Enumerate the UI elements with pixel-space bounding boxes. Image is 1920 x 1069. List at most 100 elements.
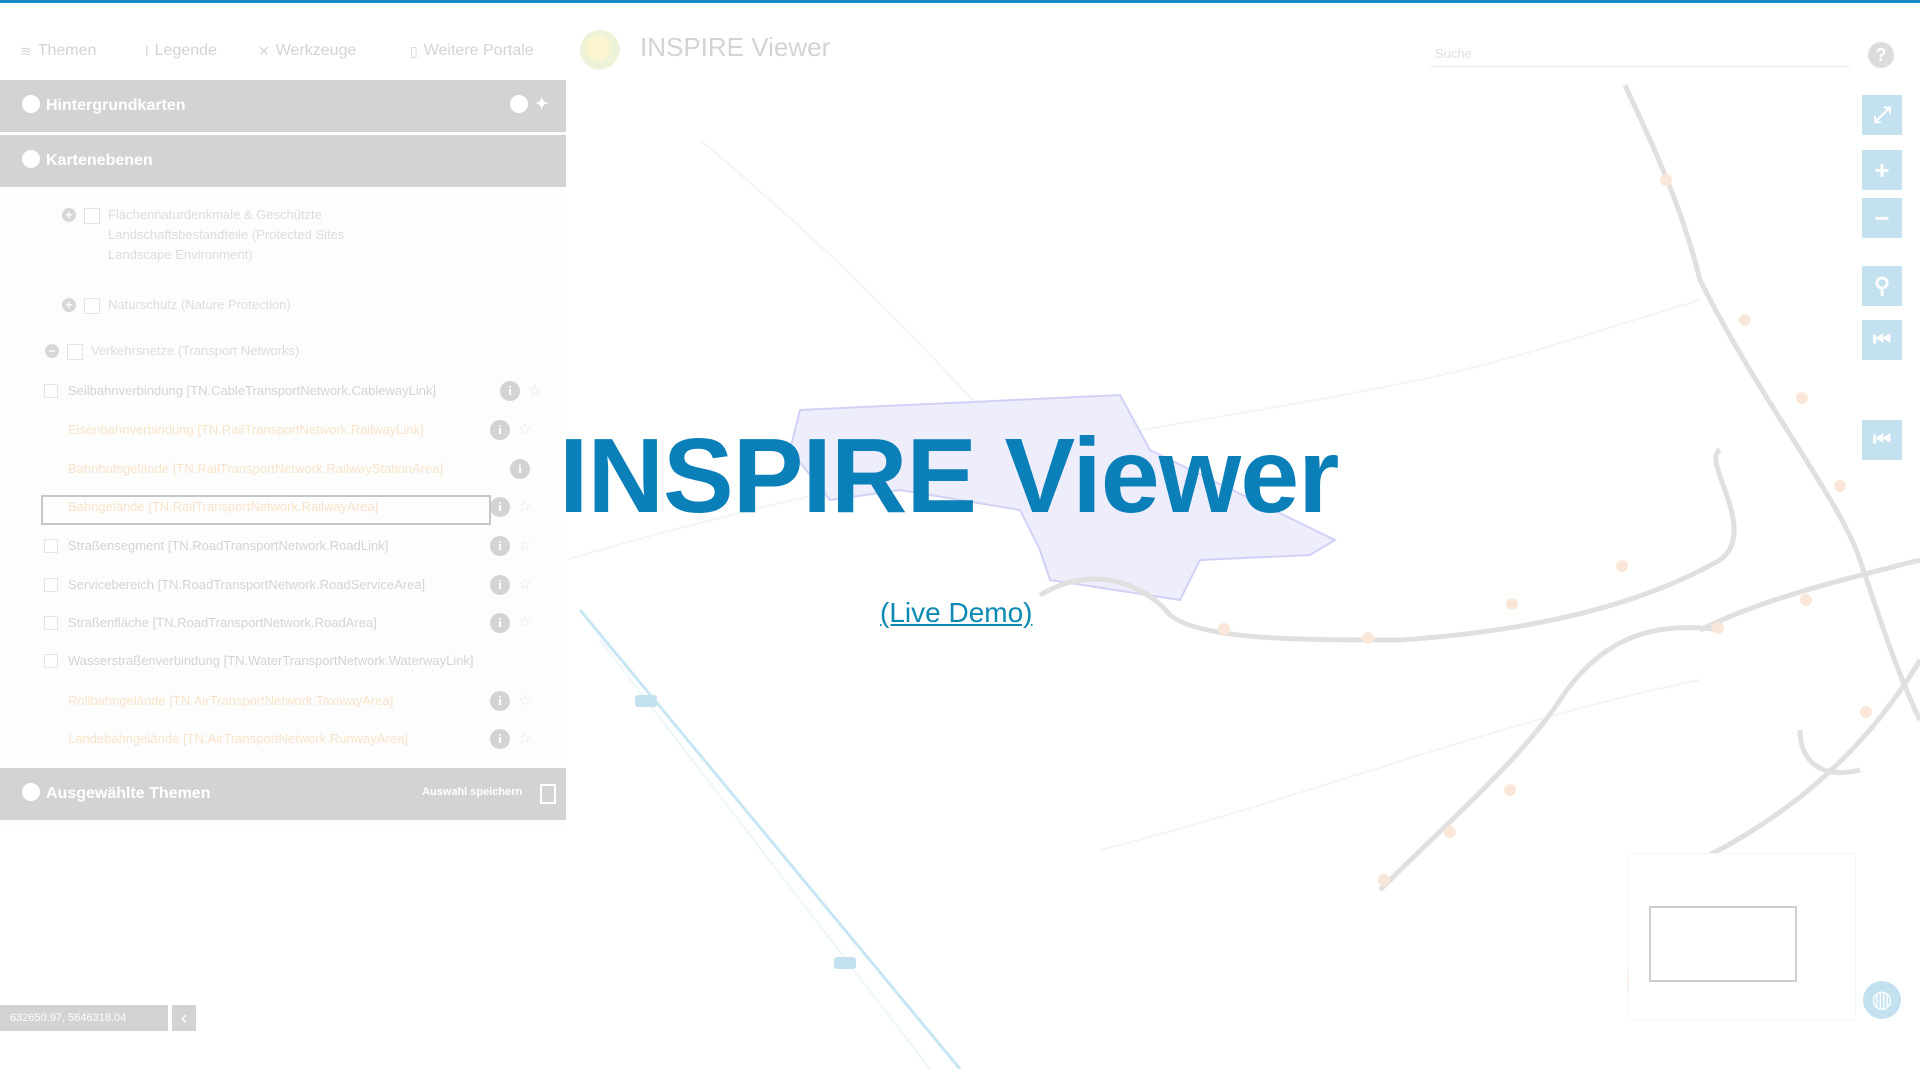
star-icon[interactable]: ☆ [518, 575, 531, 593]
info-icon[interactable]: i [490, 575, 510, 595]
layer-item[interactable]: Servicebereich [TN.RoadTransportNetwork.… [44, 573, 544, 597]
info-icon[interactable]: i [510, 459, 530, 479]
star-icon[interactable]: ☆ [518, 613, 531, 631]
station-node [1660, 174, 1672, 186]
star-icon[interactable]: ☆ [518, 420, 531, 438]
menu-legende[interactable]: ǀ Legende [145, 42, 217, 60]
expand-icon[interactable]: + [62, 298, 76, 312]
layer-checkbox[interactable] [84, 208, 100, 224]
location-pin-icon[interactable]: ⚲ [1862, 266, 1902, 306]
layer-item-label: Wasserstraßenverbindung [TN.WaterTranspo… [68, 653, 474, 668]
section-basemaps[interactable]: Hintergrundkarten ✦ [0, 80, 566, 132]
info-icon[interactable]: i [490, 691, 510, 711]
zoom-in-icon[interactable]: + [1862, 150, 1902, 190]
help-icon[interactable]: ? [1868, 42, 1894, 68]
station-node [1860, 706, 1872, 718]
layer-checkbox[interactable] [44, 539, 58, 553]
info-icon[interactable]: i [490, 729, 510, 749]
layer-item-label: Bahnhofsgelände [TN.RailTransportNetwork… [68, 461, 444, 476]
overview-extent-frame[interactable] [1649, 906, 1797, 982]
app-title: INSPIRE Viewer [640, 32, 831, 62]
layer-checkbox[interactable] [44, 616, 58, 630]
chevron-left-icon[interactable]: ‹ [172, 1005, 196, 1031]
layer-group-label: Flächennaturdenkmale & Geschützte Landsc… [108, 207, 345, 262]
layer-group[interactable]: − Verkehrsnetze (Transport Networks) [45, 343, 391, 361]
rail-line [1378, 625, 1721, 892]
collapse-icon[interactable]: − [45, 344, 59, 358]
coordinate-readout: 632650.97, 5646318.04 [0, 1005, 168, 1031]
station-node [1616, 560, 1628, 572]
info-icon[interactable]: i [490, 497, 510, 517]
overview-map[interactable] [1628, 853, 1856, 1020]
skip-start-icon[interactable]: ⏮ [1862, 420, 1902, 460]
section-layers-label: Kartenebenen [46, 152, 153, 169]
layer-checkbox[interactable] [84, 298, 100, 314]
layer-checkbox[interactable] [44, 654, 58, 668]
legend-icon: ǀ [145, 43, 149, 59]
bookmark-icon[interactable] [540, 784, 556, 804]
star-icon[interactable]: ☆ [518, 691, 531, 709]
star-icon[interactable]: ☆ [518, 536, 531, 554]
layer-item[interactable]: Straßenfläche [TN.RoadTransportNetwork.R… [44, 611, 544, 635]
station-node [1800, 594, 1812, 606]
menu-weitere-portale-label: Weitere Portale [423, 42, 534, 59]
pin-icon[interactable]: ✦ [535, 94, 548, 114]
layer-item-label: Servicebereich [TN.RoadTransportNetwork.… [68, 577, 426, 592]
layer-group[interactable]: + Naturschutz (Nature Protection) [62, 297, 408, 315]
menu-werkzeuge[interactable]: ✕ Werkzeuge [258, 42, 356, 60]
circle-icon[interactable] [510, 95, 528, 113]
menu-themen[interactable]: ≋ Themen [20, 42, 96, 60]
section-selected-themes[interactable]: Ausgewählte Themen Auswahl speichern [0, 768, 566, 820]
info-icon[interactable]: i [500, 381, 520, 401]
layer-item-label: Straßensegment [TN.RoadTransportNetwork.… [68, 538, 389, 553]
star-icon[interactable]: ☆ [518, 497, 531, 515]
layer-group[interactable]: + Flächennaturdenkmale & Geschützte Land… [62, 207, 408, 265]
info-icon[interactable]: i [490, 613, 510, 633]
layer-checkbox[interactable] [67, 344, 83, 360]
search-underline [1430, 66, 1850, 67]
layer-item[interactable]: Landebahngelände [TN.AirTransportNetwork… [44, 727, 544, 751]
layer-item[interactable]: Rollbahngelände [TN.AirTransportNetwork.… [44, 689, 544, 713]
layer-item-label: Straßenfläche [TN.RoadTransportNetwork.R… [68, 615, 377, 630]
layer-group-label: Naturschutz (Nature Protection) [108, 297, 291, 312]
search-input[interactable]: Suche [1435, 46, 1472, 61]
section-layers[interactable]: Kartenebenen [0, 135, 566, 187]
station-node [1362, 632, 1374, 644]
road-marker [834, 957, 856, 969]
layer-checkbox[interactable] [44, 578, 58, 592]
menu-weitere-portale[interactable]: ▯ Weitere Portale [410, 42, 534, 60]
star-icon[interactable]: ☆ [518, 729, 531, 747]
info-icon[interactable]: i [490, 420, 510, 440]
globe-icon[interactable]: ◍ [1863, 981, 1901, 1019]
history-back-icon[interactable]: ⏮ [1862, 320, 1902, 360]
rail-line [1698, 557, 1920, 633]
layer-checkbox[interactable] [44, 384, 58, 398]
collapse-icon [22, 783, 40, 801]
fullscreen-icon[interactable]: ⤢ [1862, 95, 1902, 135]
save-selection-button[interactable]: Auswahl speichern [422, 786, 522, 798]
menu-legende-label: Legende [154, 42, 217, 59]
layer-panel: Hintergrundkarten ✦ Kartenebenen + Fläch… [0, 80, 566, 825]
top-menubar: ≋ Themen ǀ Legende ✕ Werkzeuge ▯ Weitere… [0, 24, 1920, 80]
tools-icon: ✕ [258, 42, 270, 59]
layer-item[interactable]: Bahnhofsgelände [TN.RailTransportNetwork… [44, 457, 544, 481]
road-marker [635, 695, 657, 707]
portal-icon: ▯ [410, 42, 418, 59]
layer-item[interactable]: Seilbahnverbindung [TN.CableTransportNet… [44, 379, 544, 403]
layer-item[interactable]: Straßensegment [TN.RoadTransportNetwork.… [44, 534, 544, 558]
road-faint [1099, 679, 1701, 851]
station-node [1218, 623, 1230, 635]
layer-item-label: Landebahngelände [TN.AirTransportNetwork… [68, 731, 408, 746]
star-icon[interactable]: ☆ [528, 381, 541, 399]
live-demo-link[interactable]: (Live Demo) [880, 597, 1032, 629]
expand-icon[interactable]: + [62, 208, 76, 222]
collapse-icon [22, 95, 40, 113]
layer-item[interactable]: Wasserstraßenverbindung [TN.WaterTranspo… [44, 649, 544, 673]
station-node [1834, 480, 1846, 492]
station-node [1444, 826, 1456, 838]
zoom-out-icon[interactable]: − [1862, 198, 1902, 238]
layer-item[interactable]: Eisenbahnverbindung [TN.RailTransportNet… [44, 418, 544, 442]
road-faint [699, 139, 1001, 431]
info-icon[interactable]: i [490, 536, 510, 556]
station-node [1796, 392, 1808, 404]
